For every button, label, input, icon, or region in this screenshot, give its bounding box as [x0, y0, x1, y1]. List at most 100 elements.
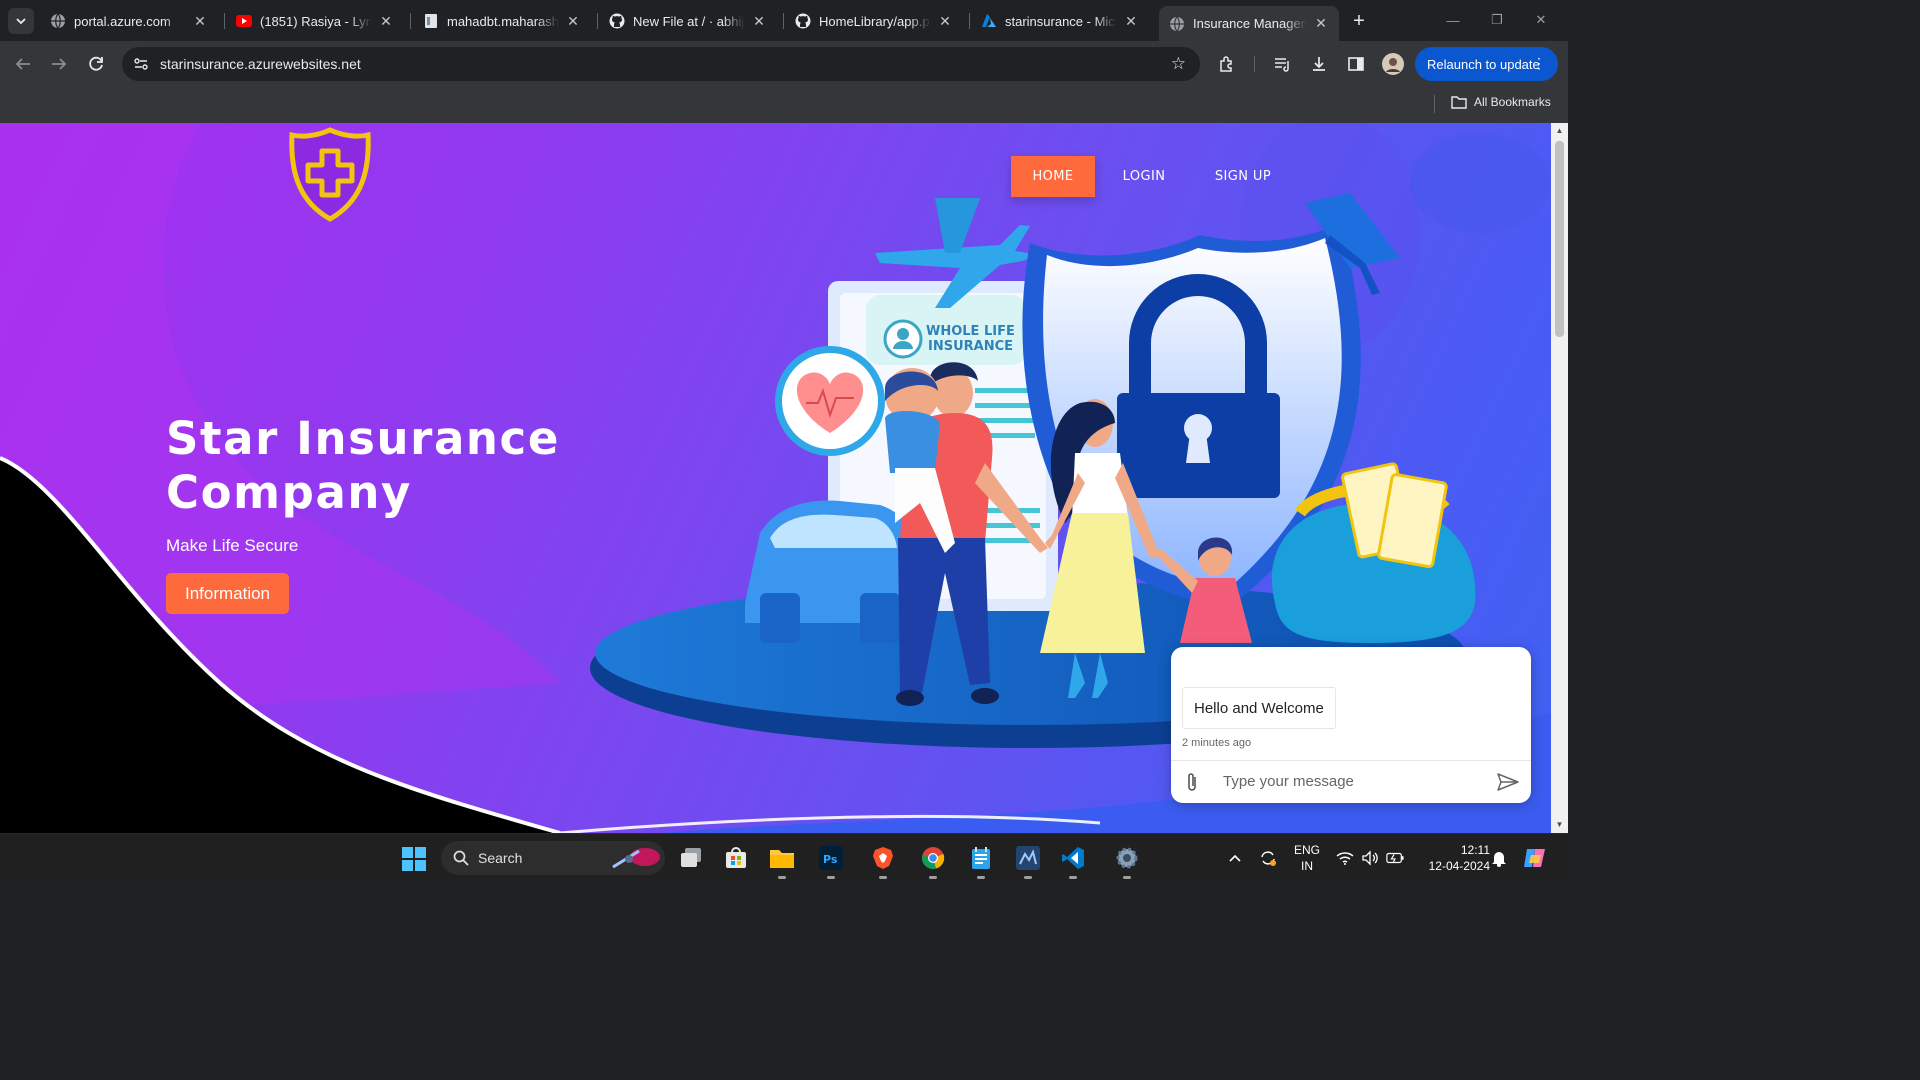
page-scrollbar[interactable]: ▲ ▼: [1551, 123, 1568, 833]
tab-strip: portal.azure.com ✕ (1851) Rasiya - Lyric…: [0, 0, 1568, 41]
paperclip-icon[interactable]: [1183, 771, 1201, 793]
tab-mahadbt[interactable]: mahadbt.maharashtra.gov.in ✕: [413, 6, 591, 36]
card-title-line2: INSURANCE: [928, 339, 1013, 354]
nav-home-button[interactable]: HOME: [1011, 156, 1095, 197]
vscode-icon[interactable]: [1058, 843, 1088, 879]
close-window-icon[interactable]: ✕: [1529, 8, 1553, 32]
wifi-icon[interactable]: [1336, 849, 1354, 867]
more-menu-icon[interactable]: ⋮: [1532, 55, 1546, 72]
chrome-icon[interactable]: [918, 843, 948, 879]
forward-icon[interactable]: [47, 52, 71, 76]
tab-portal-azure[interactable]: portal.azure.com ✕: [40, 6, 218, 36]
minimize-icon[interactable]: —: [1441, 8, 1465, 32]
tab-search-button[interactable]: [8, 8, 34, 34]
close-icon[interactable]: ✕: [378, 13, 394, 29]
site-info-icon[interactable]: [132, 55, 150, 73]
tab-title: HomeLibrary/app.py: [819, 13, 931, 29]
chat-message-bubble: Hello and Welcome: [1182, 687, 1336, 729]
clock[interactable]: 12:11 12-04-2024: [1414, 842, 1490, 874]
url-text: starinsurance.azurewebsites.net: [160, 56, 361, 72]
nav-login-link[interactable]: LOGIN: [1110, 156, 1178, 197]
search-icon: [453, 850, 469, 866]
close-icon[interactable]: ✕: [192, 13, 208, 29]
relaunch-label: Relaunch to update: [1427, 56, 1540, 72]
mysql-workbench-icon[interactable]: [1013, 843, 1043, 879]
photoshop-icon[interactable]: Ps: [816, 843, 846, 879]
back-icon[interactable]: [11, 52, 35, 76]
search-label: Search: [478, 850, 523, 866]
github-icon: [795, 13, 811, 29]
all-bookmarks-button[interactable]: All Bookmarks: [1451, 95, 1551, 109]
copilot-icon[interactable]: [1522, 845, 1548, 871]
scrollbar-thumb[interactable]: [1555, 141, 1564, 337]
address-bar[interactable]: starinsurance.azurewebsites.net ☆: [122, 47, 1200, 81]
tab-github-homelibrary[interactable]: HomeLibrary/app.py ✕: [785, 6, 963, 36]
information-button[interactable]: Information: [166, 573, 289, 614]
search-highlight-icon: [612, 848, 660, 869]
tab-title: mahadbt.maharashtra.gov.in: [447, 13, 559, 29]
language-code: ENG: [1293, 843, 1320, 857]
sync-icon[interactable]: [1259, 849, 1277, 867]
close-icon[interactable]: ✕: [1123, 13, 1139, 29]
tab-title: Insurance Management: [1193, 16, 1307, 31]
relaunch-to-update-button[interactable]: Relaunch to update ⋮: [1415, 47, 1558, 81]
side-panel-icon[interactable]: [1344, 52, 1368, 76]
tab-title: New File at / · abhijit: [633, 13, 745, 29]
chat-widget: Hello and Welcome 2 minutes ago Type you…: [1171, 647, 1531, 803]
region-code: IN: [1301, 859, 1313, 873]
brave-browser-icon[interactable]: [868, 843, 898, 879]
battery-icon[interactable]: [1386, 849, 1404, 867]
chat-timestamp: 2 minutes ago: [1182, 737, 1252, 749]
notification-bell-icon[interactable]: [1490, 849, 1508, 867]
nav-signup-link[interactable]: SIGN UP: [1202, 156, 1284, 197]
restore-icon[interactable]: ❐: [1485, 8, 1509, 32]
windows-start-icon[interactable]: [402, 847, 426, 871]
youtube-icon: [236, 13, 252, 29]
bookmark-star-icon[interactable]: ☆: [1171, 54, 1186, 74]
tab-title: (1851) Rasiya - Lyric Video: [260, 13, 372, 29]
tab-github-new-file[interactable]: New File at / · abhijit ✕: [599, 6, 777, 36]
scroll-up-icon[interactable]: ▲: [1555, 126, 1564, 136]
browser-toolbar: starinsurance.azurewebsites.net ☆ Relaun…: [0, 41, 1568, 87]
reload-icon[interactable]: [84, 52, 108, 76]
tab-title: starinsurance - Microsoft Azure: [1005, 13, 1117, 29]
settings-gear-icon[interactable]: [1112, 843, 1142, 879]
reading-list-icon[interactable]: [1270, 52, 1294, 76]
microsoft-store-icon[interactable]: [721, 843, 751, 873]
new-tab-button[interactable]: +: [1347, 9, 1371, 33]
hero-subtitle: Make Life Secure: [166, 536, 299, 555]
bookmarks-bar: All Bookmarks: [0, 87, 1568, 123]
document-icon: [423, 13, 439, 29]
scroll-down-icon[interactable]: ▼: [1555, 820, 1564, 830]
folder-icon: [1451, 96, 1467, 109]
language-indicator[interactable]: ENG IN: [1290, 842, 1324, 874]
clock-date: 12-04-2024: [1428, 859, 1490, 873]
chat-divider: [1171, 760, 1531, 761]
tab-insurance-management[interactable]: Insurance Management ✕: [1159, 6, 1339, 41]
task-view-icon[interactable]: [676, 843, 706, 873]
tab-youtube[interactable]: (1851) Rasiya - Lyric Video ✕: [226, 6, 404, 36]
all-bookmarks-label: All Bookmarks: [1474, 95, 1551, 109]
volume-icon[interactable]: [1361, 849, 1379, 867]
chevron-down-icon: [16, 18, 26, 25]
insurance-homepage: WHOLE LIFE INSURANCE HOME LOGIN SIGN UP …: [0, 123, 1551, 833]
send-icon[interactable]: [1496, 771, 1520, 793]
globe-icon: [1169, 16, 1185, 32]
clock-time: 12:11: [1460, 843, 1490, 857]
download-icon[interactable]: [1307, 52, 1331, 76]
taskbar-search-box[interactable]: Search: [441, 841, 665, 875]
tab-azure-starinsurance[interactable]: starinsurance - Microsoft Azure ✕: [971, 6, 1149, 36]
extensions-icon[interactable]: [1215, 52, 1239, 76]
close-icon[interactable]: ✕: [751, 13, 767, 29]
chevron-up-icon[interactable]: [1226, 849, 1244, 867]
hero-title: Star Insurance Company: [166, 412, 560, 519]
chat-message-input[interactable]: Type your message: [1223, 773, 1354, 790]
profile-avatar[interactable]: [1381, 52, 1405, 76]
close-icon[interactable]: ✕: [1313, 15, 1329, 32]
tab-title: portal.azure.com: [74, 13, 171, 29]
notepad-icon[interactable]: [966, 843, 996, 879]
file-explorer-icon[interactable]: [767, 843, 797, 879]
close-icon[interactable]: ✕: [565, 13, 581, 29]
close-icon[interactable]: ✕: [937, 13, 953, 29]
shield-logo-icon[interactable]: [288, 127, 372, 223]
